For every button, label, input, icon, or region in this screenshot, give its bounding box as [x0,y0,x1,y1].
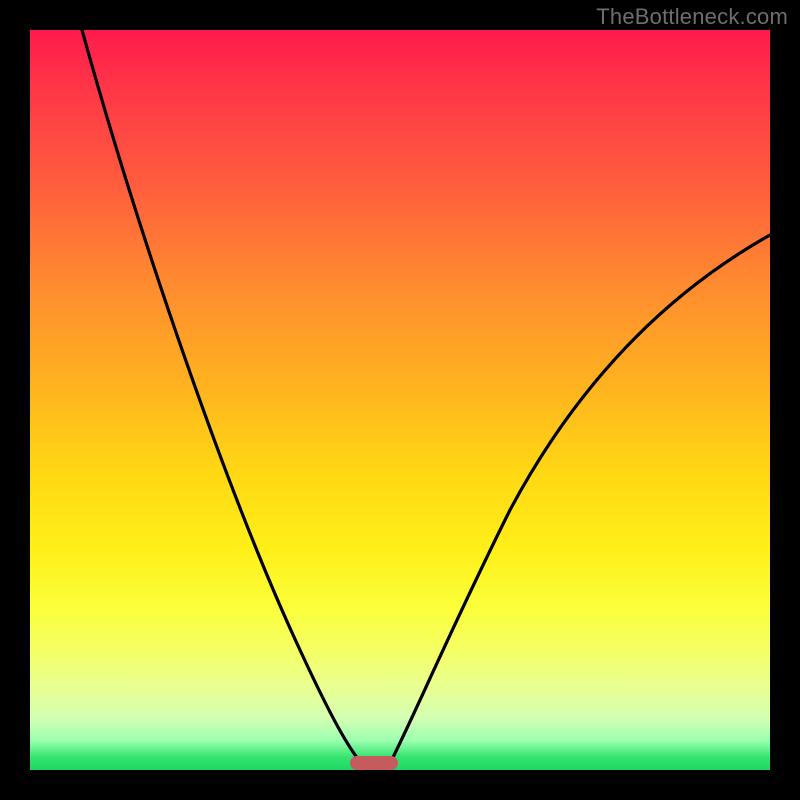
chart-frame: TheBottleneck.com [0,0,800,800]
gradient-plot-area [30,30,770,770]
optimal-marker [350,756,398,770]
left-branch-curve [82,30,365,767]
watermark-text: TheBottleneck.com [596,4,788,30]
right-branch-curve [388,235,770,767]
curve-layer [30,30,770,770]
